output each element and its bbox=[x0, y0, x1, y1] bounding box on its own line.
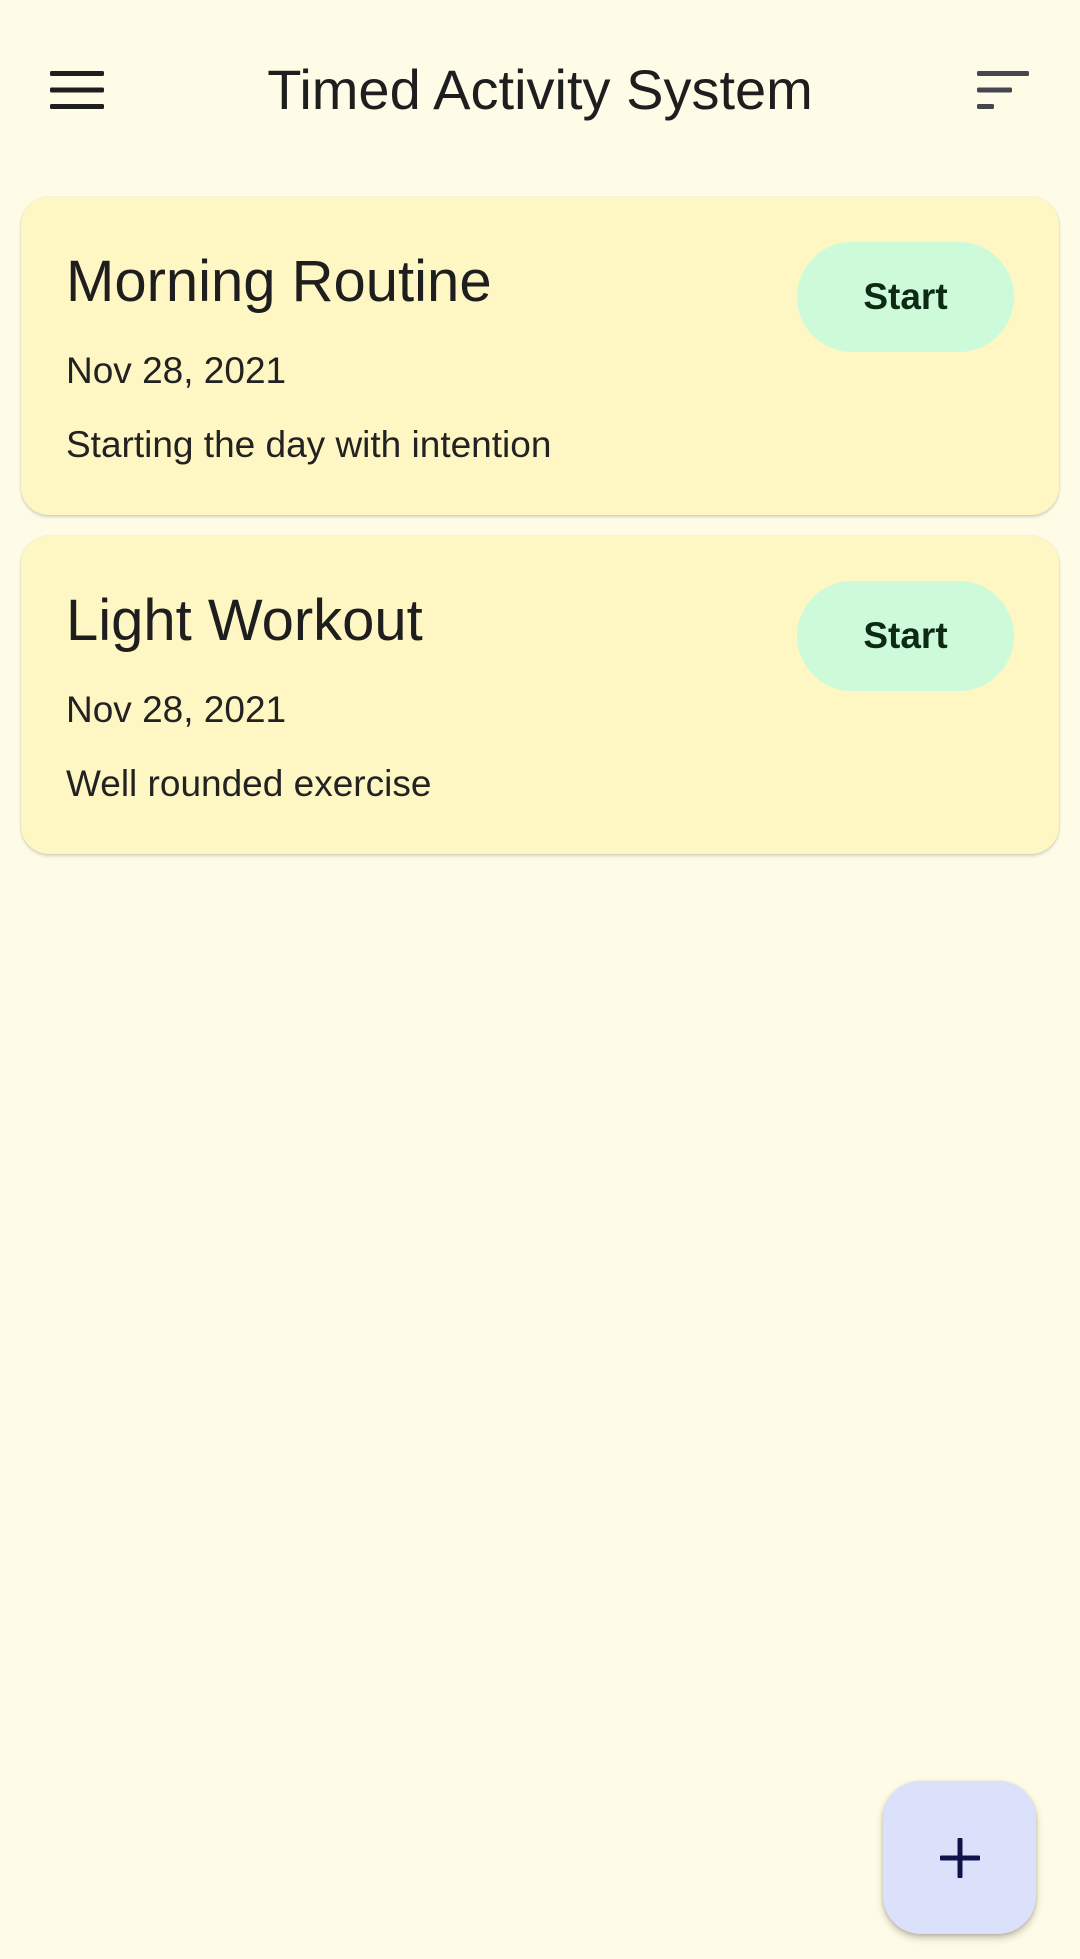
top-app-bar: Timed Activity System bbox=[0, 0, 1080, 180]
activity-card[interactable]: Morning Routine Nov 28, 2021 Starting th… bbox=[21, 197, 1059, 515]
activity-title: Morning Routine bbox=[66, 249, 492, 314]
activity-date: Nov 28, 2021 bbox=[66, 689, 287, 730]
activity-list: Morning Routine Nov 28, 2021 Starting th… bbox=[21, 197, 1059, 875]
start-button[interactable]: Start bbox=[797, 242, 1014, 352]
sort-icon bbox=[977, 71, 1029, 109]
sort-button[interactable] bbox=[968, 55, 1038, 125]
hamburger-menu-icon bbox=[50, 71, 104, 109]
activity-description: Starting the day with intention bbox=[66, 424, 552, 465]
add-activity-button[interactable] bbox=[883, 1781, 1036, 1934]
activity-description: Well rounded exercise bbox=[66, 763, 432, 804]
menu-button[interactable] bbox=[42, 55, 112, 125]
activity-card[interactable]: Light Workout Nov 28, 2021 Well rounded … bbox=[21, 536, 1059, 854]
page-title: Timed Activity System bbox=[267, 58, 813, 121]
activity-date: Nov 28, 2021 bbox=[66, 350, 287, 391]
start-button[interactable]: Start bbox=[797, 581, 1014, 691]
activity-title: Light Workout bbox=[66, 588, 423, 653]
plus-icon bbox=[939, 1837, 980, 1878]
